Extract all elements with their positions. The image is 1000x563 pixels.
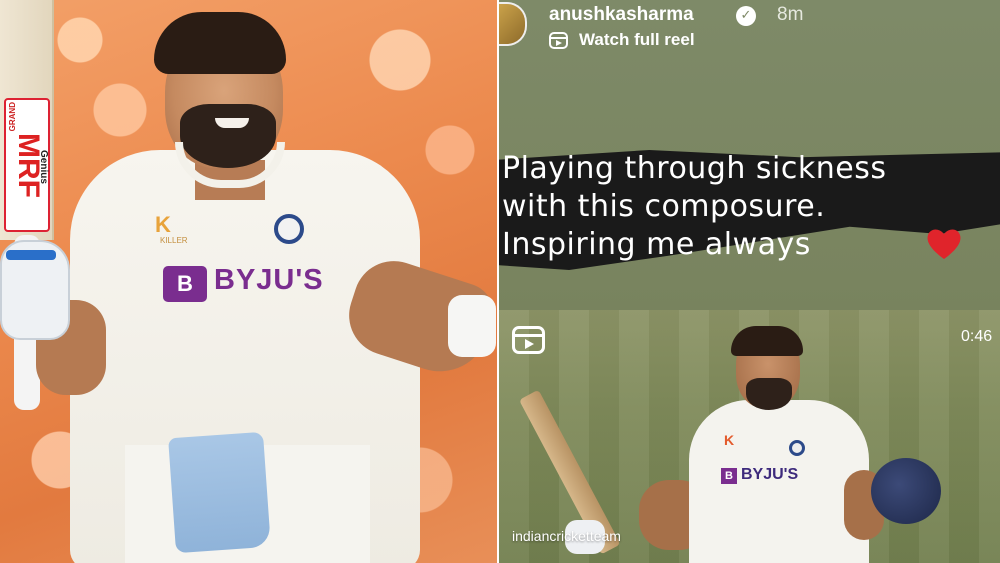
story-time-ago: 8m [777,4,804,25]
story-caption: Playing through sickness with this compo… [502,151,887,262]
bat-brand-sub: GRAND [8,102,17,132]
instagram-story: anushkasharma ✓ 8m Watch full reel Playi… [499,0,1000,563]
heart-icon [927,229,961,259]
video-reel-icon [512,326,545,354]
video-team-crest-icon [789,440,805,456]
wristband [448,295,496,357]
watch-full-reel-link[interactable]: Watch full reel [579,30,695,50]
reel-video-preview[interactable]: K B BYJU'S 0:46 indiancricketteam [499,310,1000,563]
video-sponsor-text: BYJU'S [741,466,799,483]
story-username[interactable]: anushkasharma [549,4,694,26]
team-crest-icon [274,214,304,244]
kit-logo: K [155,212,171,237]
video-player-hair [731,326,803,356]
bat-model-label: Genius [38,150,49,184]
player-hair [154,12,286,74]
video-duration: 0:46 [961,328,993,345]
kit-logo-sub: KILLER [160,236,188,245]
helmet [871,458,941,524]
video-player-beard [746,378,792,410]
sponsor-text: BYJU'S [214,264,324,296]
tagged-account[interactable]: indiancricketteam [512,528,621,544]
left-player-photo: MRF GRAND Genius K KILLER B BYJU'S [0,0,497,563]
reel-icon[interactable] [549,32,568,49]
towel [168,431,271,554]
profile-avatar[interactable] [499,2,527,46]
verified-badge-icon: ✓ [736,6,756,26]
sponsor-badge: B [163,266,207,302]
batting-glove [0,240,70,340]
player-smile [215,118,249,128]
video-sponsor-badge: B [721,468,737,484]
video-kit-logo: K [724,432,735,448]
